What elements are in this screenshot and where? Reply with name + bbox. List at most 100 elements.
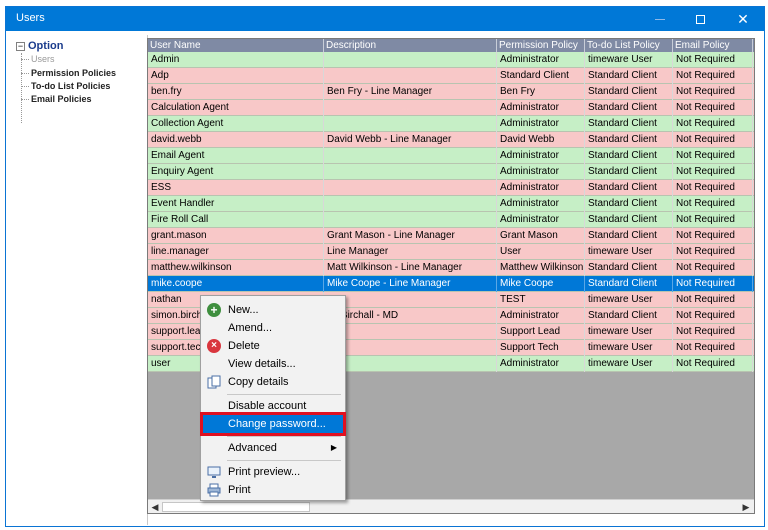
cell-todo-list-policy: Standard Client (585, 132, 673, 148)
minimize-button[interactable] (645, 7, 675, 31)
cell-description (324, 212, 497, 228)
cell-permission-policy: David Webb (497, 132, 585, 148)
collapse-icon[interactable]: − (16, 42, 25, 51)
cell-todo-list-policy: Standard Client (585, 260, 673, 276)
cell-permission-policy: Support Tech (497, 340, 585, 356)
tree-root-label: Option (28, 40, 64, 52)
column-header-todo-list-policy[interactable]: To-do List Policy (585, 39, 673, 52)
cell-permission-policy: Matthew Wilkinson (497, 260, 585, 276)
table-row[interactable]: line.manager Line Manager User timeware Use… (148, 244, 754, 260)
column-header-user-name[interactable]: User Name (148, 39, 324, 52)
cell-user-name: Fire Roll Call (148, 212, 324, 228)
add-icon: + (207, 303, 221, 317)
cell-description: on Birchall - MD (324, 308, 497, 324)
table-row[interactable]: Event Handler Administrator Standard Clien… (148, 196, 754, 212)
cell-permission-policy: Ben Fry (497, 84, 585, 100)
cell-description: Matt Wilkinson - Line Manager (324, 260, 497, 276)
scrollbar-thumb[interactable] (162, 502, 310, 512)
horizontal-scrollbar[interactable]: ◀ ▶ (148, 499, 754, 513)
menu-item-amend[interactable]: Amend... (203, 319, 343, 337)
menu-separator (227, 394, 341, 395)
menu-item-delete[interactable]: × Delete (203, 337, 343, 355)
cell-user-name: Calculation Agent (148, 100, 324, 116)
cell-email-policy: Not Required (673, 52, 753, 68)
table-row[interactable]: david.webb David Webb - Line Manager David… (148, 132, 754, 148)
menu-item-disable-account[interactable]: Disable account (203, 397, 343, 415)
cell-user-name: mike.coope (148, 276, 324, 292)
cell-description (324, 340, 497, 356)
table-row[interactable]: Email Agent Administrator Standard Client N… (148, 148, 754, 164)
cell-permission-policy: Support Lead (497, 324, 585, 340)
cell-description (324, 292, 497, 308)
scroll-right-icon[interactable]: ▶ (740, 501, 752, 513)
table-row[interactable]: Fire Roll Call Administrator Standard Clie… (148, 212, 754, 228)
close-button[interactable]: ✕ (728, 7, 758, 31)
tree-root-option[interactable]: − Option (16, 40, 63, 52)
table-row[interactable]: Admin Administrator timeware User Not Requi… (148, 52, 754, 68)
cell-user-name: Adp (148, 68, 324, 84)
cell-email-policy: Not Required (673, 324, 753, 340)
cell-todo-list-policy: Standard Client (585, 148, 673, 164)
cell-permission-policy: Administrator (497, 196, 585, 212)
scroll-left-icon[interactable]: ◀ (149, 501, 161, 513)
menu-item-copy-details[interactable]: Copy details (203, 373, 343, 391)
cell-permission-policy: Grant Mason (497, 228, 585, 244)
table-row[interactable]: Enquiry Agent Administrator Standard Clien… (148, 164, 754, 180)
table-row[interactable]: grant.mason Grant Mason - Line Manager Gra… (148, 228, 754, 244)
column-header-description[interactable]: Description (324, 39, 497, 52)
table-row[interactable]: Adp Standard Client Standard Client Not Req… (148, 68, 754, 84)
context-menu: + New... Amend... × Delete View details.… (200, 295, 346, 501)
copy-icon (207, 375, 221, 389)
cell-description: Line Manager (324, 244, 497, 260)
cell-email-policy: Not Required (673, 164, 753, 180)
window-title: Users (16, 12, 45, 24)
cell-email-policy: Not Required (673, 276, 753, 292)
column-header-permission-policy[interactable]: Permission Policy (497, 39, 585, 52)
cell-description: David Webb - Line Manager (324, 132, 497, 148)
table-row[interactable]: Calculation Agent Administrator Standard C… (148, 100, 754, 116)
table-row[interactable]: matthew.wilkinson Matt Wilkinson - Line M… (148, 260, 754, 276)
menu-item-new[interactable]: + New... (203, 301, 343, 319)
tree-item-todo-list-policies[interactable]: To-do List Policies (21, 81, 110, 93)
cell-email-policy: Not Required (673, 340, 753, 356)
title-bar[interactable]: Users ✕ (6, 7, 764, 31)
table-row[interactable]: ben.fry Ben Fry - Line Manager Ben Fry Stan… (148, 84, 754, 100)
cell-permission-policy: Administrator (497, 212, 585, 228)
tree-item-users[interactable]: Users (21, 54, 55, 66)
cell-email-policy: Not Required (673, 196, 753, 212)
cell-description (324, 116, 497, 132)
cell-description (324, 148, 497, 164)
cell-email-policy: Not Required (673, 68, 753, 84)
table-row[interactable]: mike.coope Mike Coope - Line Manager Mike … (148, 276, 754, 292)
cell-user-name: Enquiry Agent (148, 164, 324, 180)
menu-item-print[interactable]: Print (203, 481, 343, 499)
cell-email-policy: Not Required (673, 356, 753, 372)
menu-item-advanced[interactable]: Advanced ▶ (203, 439, 343, 457)
cell-todo-list-policy: Standard Client (585, 228, 673, 244)
menu-item-view-details[interactable]: View details... (203, 355, 343, 373)
delete-icon: × (207, 339, 221, 353)
cell-email-policy: Not Required (673, 244, 753, 260)
cell-email-policy: Not Required (673, 228, 753, 244)
cell-user-name: ESS (148, 180, 324, 196)
cell-todo-list-policy: timeware User (585, 324, 673, 340)
close-icon: ✕ (737, 11, 749, 27)
column-header-email-policy[interactable]: Email Policy (673, 39, 753, 52)
tree-item-permission-policies[interactable]: Permission Policies (21, 68, 116, 80)
cell-description (324, 324, 497, 340)
cell-email-policy: Not Required (673, 308, 753, 324)
cell-description (324, 100, 497, 116)
menu-item-change-password[interactable]: Change password... (200, 412, 346, 436)
table-row[interactable]: ESS Administrator Standard Client Not Requi… (148, 180, 754, 196)
cell-todo-list-policy: Standard Client (585, 212, 673, 228)
cell-todo-list-policy: Standard Client (585, 100, 673, 116)
cell-permission-policy: Administrator (497, 356, 585, 372)
menu-item-print-preview[interactable]: Print preview... (203, 463, 343, 481)
table-row[interactable]: Collection Agent Administrator Standard Cl… (148, 116, 754, 132)
cell-description (324, 196, 497, 212)
tree-item-email-policies[interactable]: Email Policies (21, 94, 92, 106)
menu-separator (227, 460, 341, 461)
maximize-button[interactable] (685, 7, 715, 31)
cell-permission-policy: Administrator (497, 100, 585, 116)
print-preview-icon (207, 465, 221, 479)
